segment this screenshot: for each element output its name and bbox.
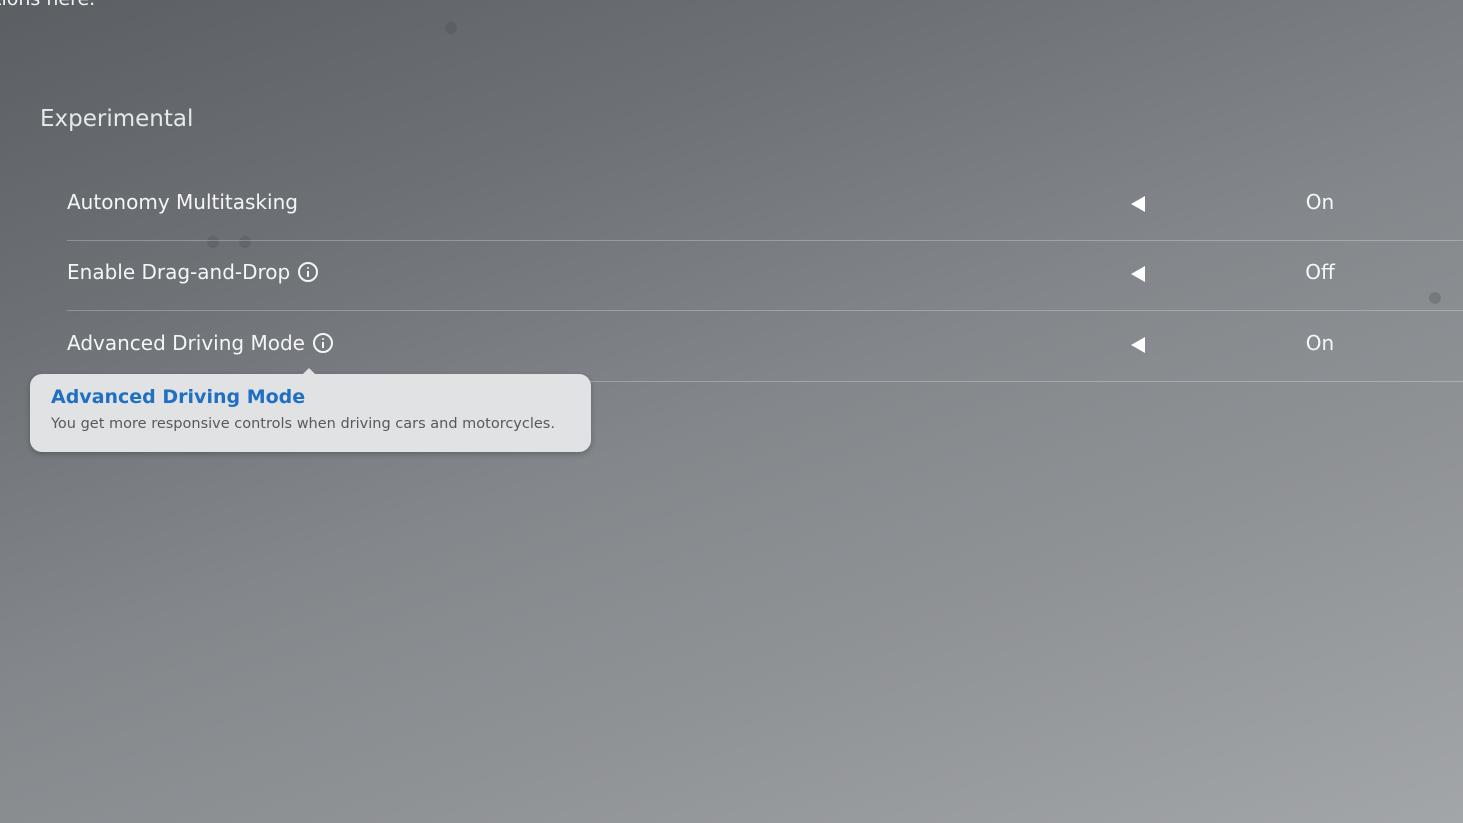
arrow-left-icon[interactable] (1129, 331, 1147, 359)
setting-label: Autonomy Multitasking (67, 190, 298, 214)
info-icon[interactable] (298, 262, 319, 282)
description-text: tions here. (0, 0, 95, 10)
section-title: Experimental (40, 106, 194, 132)
setting-value[interactable]: On (1260, 190, 1380, 214)
tooltip-title: Advanced Driving Mode (51, 386, 306, 408)
setting-label-text: Autonomy Multitasking (67, 190, 298, 214)
decorative-dot (445, 22, 457, 34)
info-icon[interactable] (312, 333, 333, 353)
arrow-left-icon[interactable] (1129, 190, 1147, 218)
setting-value[interactable]: On (1260, 331, 1380, 355)
setting-label-text: Enable Drag-and-Drop (67, 260, 291, 284)
setting-row-advanced-driving-mode: Advanced Driving Mode On (67, 311, 1463, 382)
setting-row-autonomy-multitasking: Autonomy Multitasking On (67, 170, 1463, 241)
setting-label: Enable Drag-and-Drop (67, 260, 319, 284)
setting-label: Advanced Driving Mode (67, 331, 333, 355)
setting-value[interactable]: Off (1260, 260, 1380, 284)
tooltip-caret (302, 368, 316, 375)
info-tooltip: Advanced Driving Mode You get more respo… (30, 368, 591, 452)
setting-label-text: Advanced Driving Mode (67, 331, 305, 355)
tooltip-body: You get more responsive controls when dr… (51, 416, 555, 432)
arrow-left-icon[interactable] (1129, 260, 1147, 288)
setting-row-enable-drag-and-drop: Enable Drag-and-Drop Off (67, 240, 1463, 311)
